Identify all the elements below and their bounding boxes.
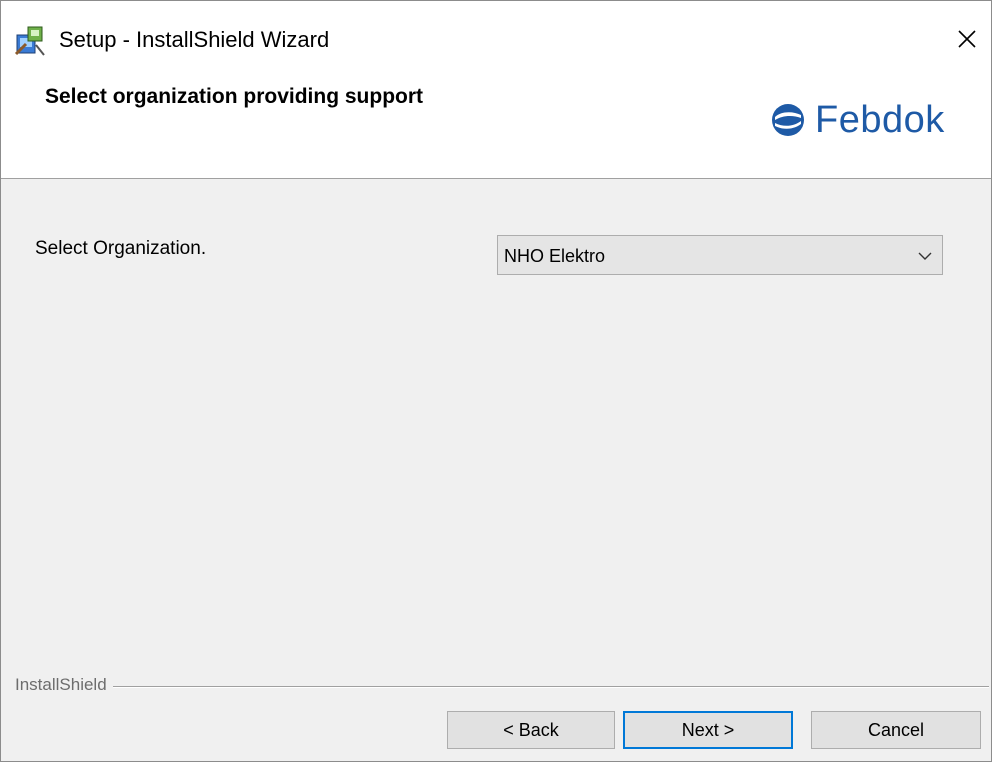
- organization-select[interactable]: NHO Elektro: [497, 235, 943, 275]
- logo-text: Febdok: [815, 99, 945, 141]
- title-bar: Setup - InstallShield Wizard: [1, 1, 991, 75]
- close-icon: [958, 30, 976, 48]
- cancel-button[interactable]: Cancel: [811, 711, 981, 749]
- back-button[interactable]: < Back: [447, 711, 615, 749]
- organization-label: Select Organization.: [35, 238, 207, 259]
- page-title: Select organization providing support: [45, 85, 424, 108]
- next-button[interactable]: Next >: [623, 711, 793, 749]
- close-button[interactable]: [943, 15, 991, 63]
- chevron-down-icon: [918, 252, 932, 260]
- febdok-logo: Febdok: [771, 97, 945, 143]
- febdok-logo-icon: [772, 104, 804, 136]
- installshield-label: InstallShield: [15, 674, 113, 696]
- wizard-header: Select organization providing support Fe…: [1, 75, 991, 179]
- organization-select-value: NHO Elektro: [504, 246, 606, 266]
- installshield-branding: InstallShield: [15, 674, 989, 698]
- installer-icon: [14, 25, 46, 57]
- window-title: Setup - InstallShield Wizard: [59, 27, 330, 52]
- footer-divider: [15, 686, 989, 688]
- installer-window: Setup - InstallShield Wizard Select orga…: [0, 0, 992, 762]
